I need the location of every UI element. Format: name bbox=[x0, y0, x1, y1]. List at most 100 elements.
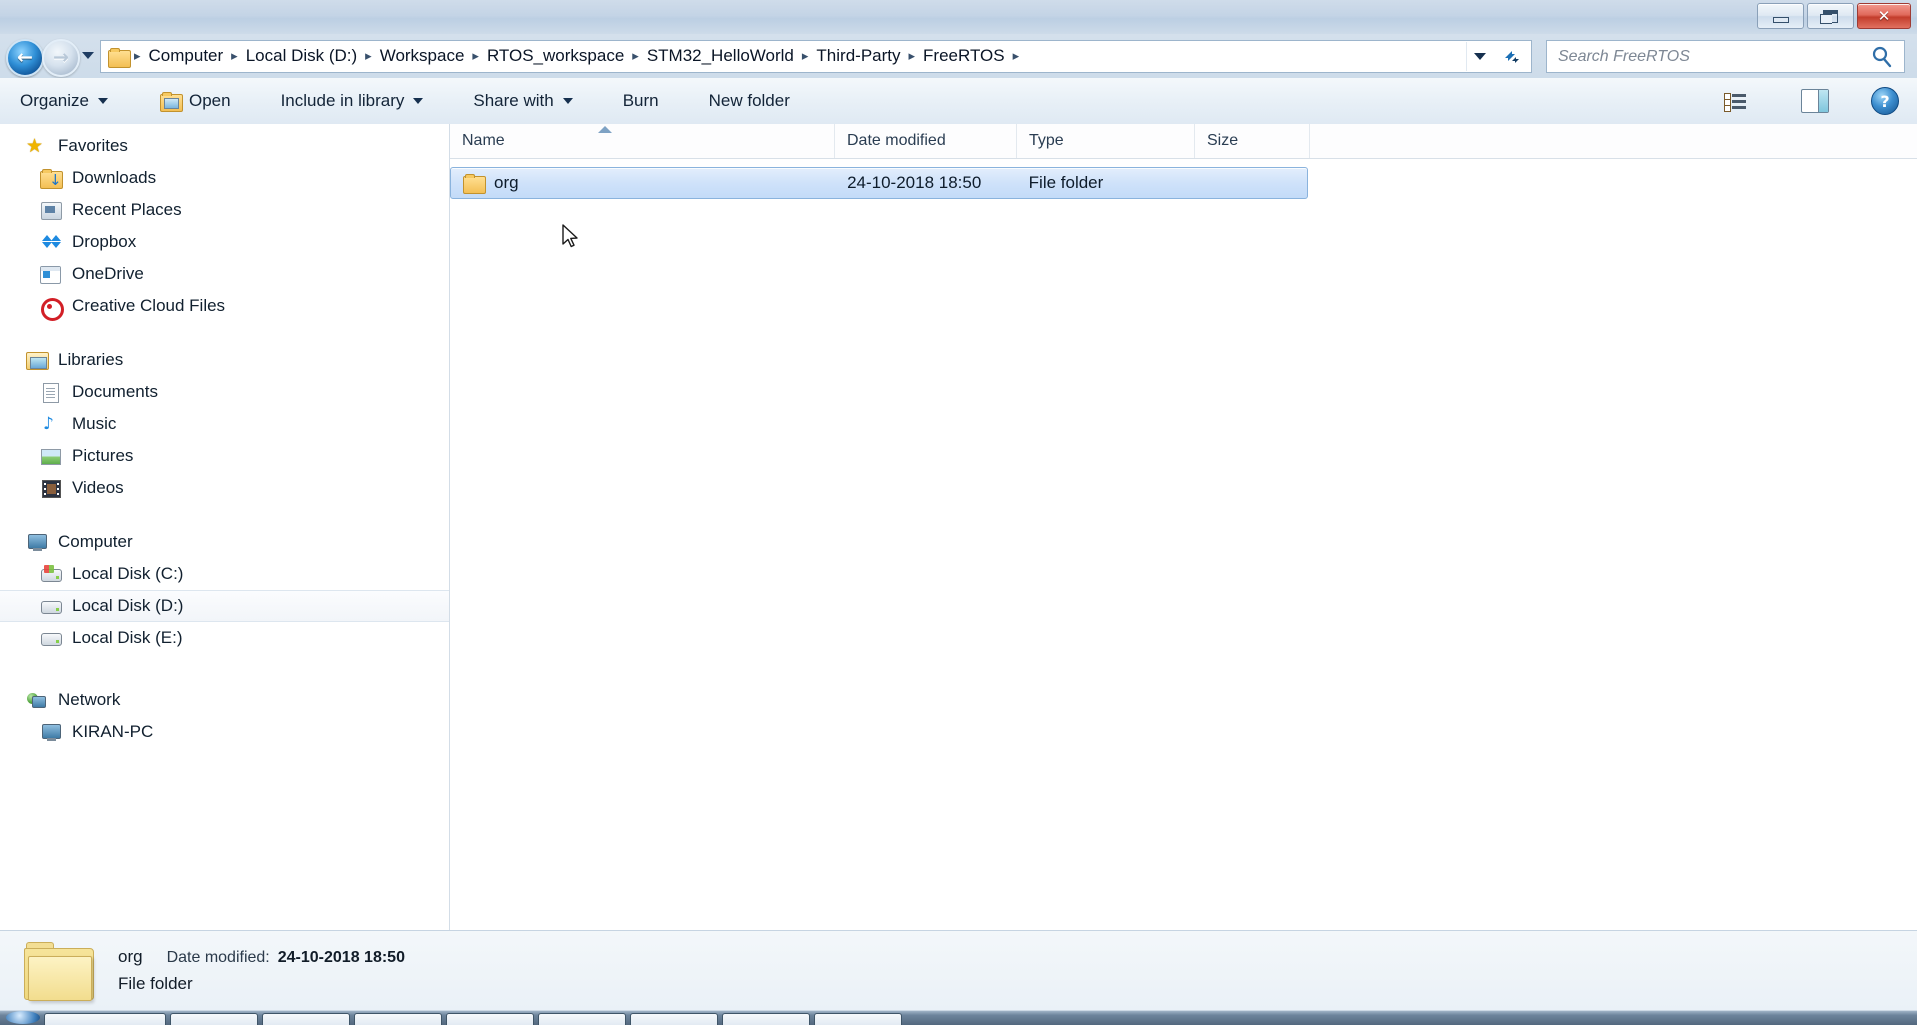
organize-label: Organize bbox=[20, 91, 89, 110]
maximize-button[interactable] bbox=[1807, 3, 1854, 29]
breadcrumb-item-stm32-helloworld[interactable]: STM32_HelloWorld bbox=[640, 45, 801, 68]
share-with-button[interactable]: Share with bbox=[459, 85, 586, 117]
chevron-down-icon bbox=[562, 98, 573, 104]
breadcrumb-item-computer[interactable]: Computer bbox=[142, 45, 231, 68]
preview-pane-icon bbox=[1801, 89, 1829, 113]
navigation-bar: ← → ▸ Computer ▸ Local Disk (D:) ▸ Works… bbox=[0, 34, 1917, 78]
sidebar-item-creative-cloud-files[interactable]: Creative Cloud Files bbox=[0, 290, 449, 322]
details-pane: org Date modified: 24-10-2018 18:50 File… bbox=[0, 930, 1917, 1011]
details-date-modified-value: 24-10-2018 18:50 bbox=[277, 949, 405, 967]
taskbar-item[interactable] bbox=[538, 1013, 626, 1025]
details-text: org Date modified: 24-10-2018 18:50 File… bbox=[118, 944, 405, 997]
sidebar-item-kiran-pc[interactable]: KIRAN-PC bbox=[0, 716, 449, 748]
minimize-button[interactable] bbox=[1757, 3, 1804, 29]
sidebar-item-local-disk-c[interactable]: Local Disk (C:) bbox=[0, 558, 449, 590]
sidebar-item-local-disk-e[interactable]: Local Disk (E:) bbox=[0, 622, 449, 654]
documents-icon bbox=[40, 382, 62, 403]
include-in-library-label: Include in library bbox=[280, 91, 405, 110]
forward-button[interactable]: → bbox=[42, 39, 80, 77]
taskbar[interactable] bbox=[0, 1010, 1917, 1025]
open-button[interactable]: Open bbox=[146, 85, 245, 117]
sidebar-group-computer[interactable]: Computer bbox=[0, 526, 449, 558]
sidebar-item-recent-places[interactable]: Recent Places bbox=[0, 194, 449, 226]
taskbar-item[interactable] bbox=[354, 1013, 442, 1025]
column-header-name[interactable]: Name bbox=[450, 124, 835, 158]
sidebar-item-label: Local Disk (D:) bbox=[72, 596, 184, 615]
drive-icon bbox=[40, 596, 62, 616]
recent-pages-icon[interactable] bbox=[82, 52, 94, 59]
sidebar-item-label: Documents bbox=[72, 382, 158, 401]
taskbar-item[interactable] bbox=[722, 1013, 810, 1025]
sidebar-group-network[interactable]: Network bbox=[0, 684, 449, 716]
pictures-icon bbox=[40, 446, 62, 466]
taskbar-item[interactable] bbox=[630, 1013, 718, 1025]
sidebar-item-label: Recent Places bbox=[72, 200, 182, 219]
sidebar-item-onedrive[interactable]: OneDrive bbox=[0, 258, 449, 290]
column-header-type[interactable]: Type bbox=[1017, 124, 1195, 158]
search-box[interactable] bbox=[1546, 40, 1905, 73]
back-button[interactable]: ← bbox=[6, 39, 44, 77]
table-row[interactable]: org 24-10-2018 18:50 File folder bbox=[450, 167, 1308, 199]
breadcrumb-item-rtos-workspace[interactable]: RTOS_workspace bbox=[480, 45, 631, 68]
column-header-size[interactable]: Size bbox=[1195, 124, 1310, 158]
sidebar-item-pictures[interactable]: Pictures bbox=[0, 440, 449, 472]
help-button[interactable]: ? bbox=[1863, 86, 1907, 116]
change-view-button[interactable] bbox=[1716, 86, 1767, 116]
breadcrumb-item-workspace[interactable]: Workspace bbox=[373, 45, 472, 68]
chevron-down-icon bbox=[413, 98, 424, 104]
taskbar-item[interactable] bbox=[170, 1013, 258, 1025]
breadcrumb-separator: ▸ bbox=[231, 49, 238, 64]
search-input[interactable] bbox=[1556, 46, 1869, 67]
sidebar-item-label: Local Disk (C:) bbox=[72, 564, 184, 583]
sidebar-group-favorites[interactable]: ★ Favorites bbox=[0, 130, 449, 162]
include-in-library-button[interactable]: Include in library bbox=[267, 85, 438, 117]
sidebar-item-videos[interactable]: Videos bbox=[0, 472, 449, 504]
network-icon bbox=[26, 690, 48, 710]
file-type: File folder bbox=[1028, 173, 1104, 192]
breadcrumb-item-freertos[interactable]: FreeRTOS bbox=[916, 45, 1012, 68]
sidebar-item-documents[interactable]: Documents bbox=[0, 376, 449, 408]
sidebar-item-local-disk-d[interactable]: Local Disk (D:) bbox=[0, 590, 449, 622]
file-list-pane[interactable]: Name Date modified Type Size org 24-10-2… bbox=[450, 124, 1917, 930]
sidebar-item-label: Dropbox bbox=[72, 232, 137, 251]
star-icon: ★ bbox=[26, 135, 44, 157]
taskbar-item[interactable] bbox=[446, 1013, 534, 1025]
cell-size bbox=[1194, 168, 1307, 198]
taskbar-item[interactable] bbox=[44, 1013, 166, 1025]
breadcrumb-item-third-party[interactable]: Third-Party bbox=[809, 45, 907, 68]
burn-label: Burn bbox=[622, 91, 659, 110]
address-bar[interactable]: ▸ Computer ▸ Local Disk (D:) ▸ Workspace… bbox=[100, 40, 1494, 73]
breadcrumb-separator: ▸ bbox=[134, 49, 141, 64]
onedrive-icon bbox=[40, 264, 62, 284]
new-folder-button[interactable]: New folder bbox=[695, 85, 804, 117]
taskbar-item[interactable] bbox=[262, 1013, 350, 1025]
taskbar-item[interactable] bbox=[814, 1013, 902, 1025]
column-header-date-modified[interactable]: Date modified bbox=[835, 124, 1017, 158]
sidebar-item-music[interactable]: ♪ Music bbox=[0, 408, 449, 440]
breadcrumb-separator: ▸ bbox=[1012, 49, 1020, 64]
cell-date-modified: 24-10-2018 18:50 bbox=[835, 168, 1017, 198]
column-header-label: Name bbox=[462, 132, 505, 149]
breadcrumb: ▸ Computer ▸ Local Disk (D:) ▸ Workspace… bbox=[133, 41, 1466, 72]
column-header-label: Size bbox=[1207, 132, 1239, 149]
sidebar-item-downloads[interactable]: ↓ Downloads bbox=[0, 162, 449, 194]
show-preview-pane-button[interactable] bbox=[1793, 86, 1837, 116]
burn-button[interactable]: Burn bbox=[609, 85, 673, 117]
address-dropdown-button[interactable] bbox=[1466, 42, 1493, 71]
back-arrow-icon: ← bbox=[17, 46, 33, 69]
breadcrumb-separator: ▸ bbox=[365, 49, 372, 64]
refresh-button[interactable] bbox=[1493, 40, 1532, 73]
start-button[interactable] bbox=[6, 1011, 40, 1024]
breadcrumb-item-local-disk-d[interactable]: Local Disk (D:) bbox=[239, 45, 364, 68]
sidebar-group-libraries[interactable]: Libraries bbox=[0, 344, 449, 376]
details-date-modified-label: Date modified: bbox=[166, 949, 270, 967]
sidebar-item-label: Creative Cloud Files bbox=[72, 296, 226, 315]
search-icon[interactable] bbox=[1869, 44, 1895, 70]
creative-cloud-icon bbox=[40, 296, 64, 321]
navigation-pane[interactable]: ★ Favorites ↓ Downloads Recent Places Dr… bbox=[0, 124, 450, 930]
sidebar-group-label: Favorites bbox=[58, 136, 128, 155]
close-button[interactable]: ✕ bbox=[1857, 3, 1911, 29]
sidebar-item-dropbox[interactable]: Dropbox bbox=[0, 226, 449, 258]
organize-button[interactable]: Organize bbox=[6, 85, 122, 117]
